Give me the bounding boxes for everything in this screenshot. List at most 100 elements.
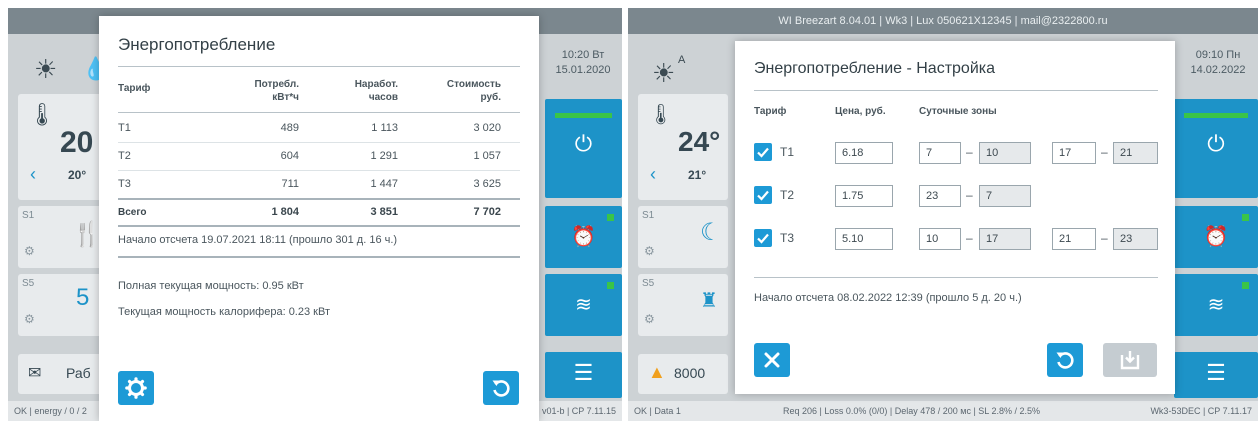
left-s5-gear-icon[interactable]: ⚙ (24, 312, 35, 326)
tariff-t1-zone1-from-input[interactable] (919, 142, 961, 164)
left-temp-setpoint: 20° (68, 168, 87, 182)
tariff-t3-checkbox[interactable] (754, 229, 772, 247)
tariff-t2-price-input[interactable] (835, 185, 893, 207)
right-s1-label: S1 (642, 210, 655, 221)
thermometer-icon: 🌡 (648, 104, 674, 126)
reset-counters-button[interactable] (483, 371, 519, 405)
tariff-t3-price-input[interactable] (835, 228, 893, 250)
left-clock-time: 10:20 Вт (561, 49, 605, 61)
divider (118, 112, 520, 113)
reset-settings-button[interactable] (1047, 343, 1083, 377)
tariff-t2-checkbox[interactable] (754, 186, 772, 204)
undo-icon (1056, 352, 1074, 369)
left-alarm-button[interactable]: ⏰ (545, 206, 622, 268)
divider (118, 256, 520, 258)
col-header-cost-unit: руб. (480, 92, 502, 103)
right-s1-gear-icon[interactable]: ⚙ (644, 244, 655, 258)
power-icon: ⏻ (1207, 131, 1225, 156)
moon-icon: ☾ (700, 219, 722, 246)
divider (118, 170, 520, 171)
divider (754, 277, 1158, 278)
left-message-text: Раб (66, 365, 91, 381)
table-row-t2-consumption: 604 (280, 150, 299, 162)
close-button[interactable] (754, 343, 790, 377)
checkmark-icon (757, 147, 769, 158)
col-header-consumption-label: Потребл. (254, 79, 299, 90)
table-row-t3-cost: 3 625 (473, 178, 501, 190)
power-heater-text: Текущая мощность калорифера: 0.23 кВт (118, 306, 330, 318)
table-row-t3-runtime: 1 447 (370, 178, 398, 190)
right-fan-button[interactable]: ≋ (1174, 274, 1258, 336)
tariff-t2-zone1-to-field (979, 185, 1031, 207)
tariff-t1-zone2-to-field (1113, 142, 1158, 164)
left-temp-big: 20 (60, 126, 94, 159)
zone-dash: – (966, 188, 973, 202)
table-row-t1-tariff: T1 (118, 122, 131, 134)
table-row-t1-consumption: 489 (280, 122, 299, 134)
energy-dialog-title: Энергопотребление (118, 35, 276, 54)
left-s1-gear-icon[interactable]: ⚙ (24, 244, 35, 258)
right-device-screen: WI Breezart 8.04.01 | Wk3 | Lux 050621X1… (628, 8, 1258, 421)
tariff-t1-price-input[interactable] (835, 142, 893, 164)
col-header-price: Цена, руб. (835, 106, 886, 117)
checkmark-icon (757, 190, 769, 201)
tariff-t1-zone2-from-input[interactable] (1052, 142, 1096, 164)
left-menu-button[interactable]: ☰ (545, 352, 622, 398)
chevron-left-icon[interactable]: ‹ (30, 164, 36, 185)
left-fan-indicator (607, 282, 614, 289)
tariff-t3-zone2-from-input[interactable] (1052, 228, 1096, 250)
table-row-t3-consumption: 711 (281, 178, 299, 190)
right-alarm-indicator (1242, 214, 1249, 221)
table-row-t2-cost: 1 057 (473, 150, 501, 162)
divider (754, 90, 1158, 91)
col-header-runtime: Наработ. часов (319, 78, 398, 104)
left-fan-button[interactable]: ≋ (545, 274, 622, 336)
auto-mode-icon: A (678, 54, 686, 66)
power-total-text: Полная текущая мощность: 0.95 кВт (118, 280, 304, 292)
right-menu-button[interactable]: ☰ (1174, 352, 1258, 398)
right-status-network: Req 206 | Loss 0.0% (0/0) | Delay 478 / … (783, 406, 1041, 416)
left-s1-label: S1 (22, 210, 35, 221)
zone-dash: – (1101, 231, 1108, 245)
left-s5-label: S5 (22, 278, 35, 289)
right-power-button[interactable]: ⏻ (1174, 99, 1258, 198)
left-status-text: OK | energy / 0 / 2 (14, 406, 87, 416)
col-header-cost: Стоимость руб. (419, 78, 501, 104)
hamburger-menu-icon: ☰ (1206, 360, 1226, 385)
right-clock-date: 14.02.2022 (1190, 64, 1246, 76)
tariff-t3-zone1-from-input[interactable] (919, 228, 961, 250)
left-status-version: v01-b | CP 7.11.15 (541, 406, 616, 416)
left-power-button[interactable]: ⏻ (545, 99, 622, 198)
checkmark-icon (757, 233, 769, 244)
settings-button[interactable] (118, 371, 154, 405)
undo-icon (492, 380, 510, 397)
divider (118, 142, 520, 143)
save-settings-button[interactable] (1103, 343, 1157, 377)
right-s5-label: S5 (642, 278, 655, 289)
close-icon (764, 352, 780, 368)
zone-dash: – (966, 145, 973, 159)
chevron-left-icon[interactable]: ‹ (650, 164, 656, 185)
alarm-clock-icon: ⏰ (1203, 226, 1229, 248)
right-s5-gear-icon[interactable]: ⚙ (644, 312, 655, 326)
left-clock-date: 15.01.2020 (555, 64, 611, 76)
screenshot-root: ☀ 💧 🌡 20 ‹ 20° S1 🍴 ⚙ S5 5 ⚙ ✉ Раб 10:20… (0, 0, 1258, 421)
left-s5-value: 5 (76, 284, 90, 311)
right-alarm-button[interactable]: ⏰ (1174, 206, 1258, 268)
col-header-tariff: Тариф (118, 83, 151, 94)
table-row-t3-tariff: T3 (118, 178, 131, 190)
divider (118, 198, 520, 200)
tariff-t2-zone1-from-input[interactable] (919, 185, 961, 207)
left-alarm-indicator (607, 214, 614, 221)
tariff-t3-zone2-to-field (1113, 228, 1158, 250)
alarm-clock-icon: ⏰ (571, 226, 596, 248)
energy-dialog: Энергопотребление Тариф Потребл. кВт*ч Н… (99, 16, 539, 421)
divider (118, 66, 520, 67)
thermometer-icon: 🌡 (28, 102, 56, 127)
col-header-runtime-unit: часов (368, 92, 398, 103)
tariff-t1-checkbox[interactable] (754, 143, 772, 161)
energy-settings-dialog: Энергопотребление - Настройка Тариф Цена… (735, 41, 1175, 394)
table-row-t2-tariff: T2 (118, 150, 131, 162)
airflow-icon: ≋ (575, 294, 592, 316)
col-header-cost-label: Стоимость (446, 79, 501, 90)
